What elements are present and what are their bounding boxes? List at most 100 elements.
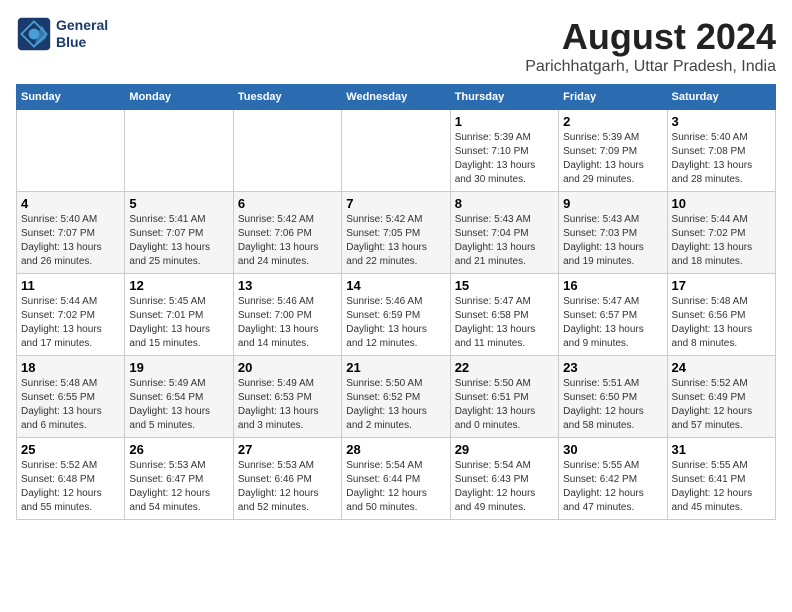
day-info: Sunrise: 5:39 AM Sunset: 7:09 PM Dayligh… bbox=[563, 131, 662, 187]
calendar-cell: 20 Sunrise: 5:49 AM Sunset: 6:53 PM Dayli… bbox=[233, 356, 341, 438]
calendar-cell: 29 Sunrise: 5:54 AM Sunset: 6:43 PM Dayli… bbox=[450, 438, 558, 520]
day-number: 10 bbox=[672, 196, 771, 211]
calendar-cell bbox=[342, 110, 450, 192]
day-info: Sunrise: 5:46 AM Sunset: 7:00 PM Dayligh… bbox=[238, 295, 337, 351]
day-info: Sunrise: 5:44 AM Sunset: 7:02 PM Dayligh… bbox=[21, 295, 120, 351]
day-number: 17 bbox=[672, 278, 771, 293]
calendar-cell: 1 Sunrise: 5:39 AM Sunset: 7:10 PM Daylig… bbox=[450, 110, 558, 192]
logo-text: General Blue bbox=[56, 17, 108, 51]
day-number: 26 bbox=[129, 442, 228, 457]
day-number: 12 bbox=[129, 278, 228, 293]
weekday-header: Wednesday bbox=[342, 85, 450, 110]
day-info: Sunrise: 5:55 AM Sunset: 6:42 PM Dayligh… bbox=[563, 459, 662, 515]
day-info: Sunrise: 5:48 AM Sunset: 6:56 PM Dayligh… bbox=[672, 295, 771, 351]
day-number: 31 bbox=[672, 442, 771, 457]
weekday-header: Tuesday bbox=[233, 85, 341, 110]
day-number: 16 bbox=[563, 278, 662, 293]
day-number: 5 bbox=[129, 196, 228, 211]
calendar-cell: 6Sunrise: 5:42 AM Sunset: 7:06 PM Daylig… bbox=[233, 192, 341, 274]
calendar-cell: 26 Sunrise: 5:53 AM Sunset: 6:47 PM Dayli… bbox=[125, 438, 233, 520]
calendar-week-row: 18 Sunrise: 5:48 AM Sunset: 6:55 PM Dayli… bbox=[17, 356, 776, 438]
day-number: 30 bbox=[563, 442, 662, 457]
calendar-cell: 30 Sunrise: 5:55 AM Sunset: 6:42 PM Dayli… bbox=[559, 438, 667, 520]
day-info: Sunrise: 5:54 AM Sunset: 6:44 PM Dayligh… bbox=[346, 459, 445, 515]
day-info: Sunrise: 5:44 AM Sunset: 7:02 PM Dayligh… bbox=[672, 213, 771, 269]
calendar-cell bbox=[125, 110, 233, 192]
weekday-header: Friday bbox=[559, 85, 667, 110]
day-info: Sunrise: 5:43 AM Sunset: 7:04 PM Dayligh… bbox=[455, 213, 554, 269]
calendar-cell: 19 Sunrise: 5:49 AM Sunset: 6:54 PM Dayli… bbox=[125, 356, 233, 438]
day-info: Sunrise: 5:47 AM Sunset: 6:58 PM Dayligh… bbox=[455, 295, 554, 351]
calendar-cell: 4Sunrise: 5:40 AM Sunset: 7:07 PM Daylig… bbox=[17, 192, 125, 274]
weekday-header-row: SundayMondayTuesdayWednesdayThursdayFrid… bbox=[17, 85, 776, 110]
day-info: Sunrise: 5:48 AM Sunset: 6:55 PM Dayligh… bbox=[21, 377, 120, 433]
day-info: Sunrise: 5:40 AM Sunset: 7:08 PM Dayligh… bbox=[672, 131, 771, 187]
day-info: Sunrise: 5:53 AM Sunset: 6:46 PM Dayligh… bbox=[238, 459, 337, 515]
day-info: Sunrise: 5:49 AM Sunset: 6:54 PM Dayligh… bbox=[129, 377, 228, 433]
day-info: Sunrise: 5:49 AM Sunset: 6:53 PM Dayligh… bbox=[238, 377, 337, 433]
day-info: Sunrise: 5:51 AM Sunset: 6:50 PM Dayligh… bbox=[563, 377, 662, 433]
calendar-cell: 7Sunrise: 5:42 AM Sunset: 7:05 PM Daylig… bbox=[342, 192, 450, 274]
day-info: Sunrise: 5:39 AM Sunset: 7:10 PM Dayligh… bbox=[455, 131, 554, 187]
day-info: Sunrise: 5:55 AM Sunset: 6:41 PM Dayligh… bbox=[672, 459, 771, 515]
calendar-cell: 11 Sunrise: 5:44 AM Sunset: 7:02 PM Dayli… bbox=[17, 274, 125, 356]
day-info: Sunrise: 5:50 AM Sunset: 6:51 PM Dayligh… bbox=[455, 377, 554, 433]
day-number: 27 bbox=[238, 442, 337, 457]
calendar-week-row: 11 Sunrise: 5:44 AM Sunset: 7:02 PM Dayli… bbox=[17, 274, 776, 356]
calendar-cell: 23 Sunrise: 5:51 AM Sunset: 6:50 PM Dayli… bbox=[559, 356, 667, 438]
calendar-cell: 31 Sunrise: 5:55 AM Sunset: 6:41 PM Dayli… bbox=[667, 438, 775, 520]
day-number: 19 bbox=[129, 360, 228, 375]
calendar-cell: 21 Sunrise: 5:50 AM Sunset: 6:52 PM Dayli… bbox=[342, 356, 450, 438]
day-info: Sunrise: 5:41 AM Sunset: 7:07 PM Dayligh… bbox=[129, 213, 228, 269]
day-info: Sunrise: 5:46 AM Sunset: 6:59 PM Dayligh… bbox=[346, 295, 445, 351]
weekday-header: Thursday bbox=[450, 85, 558, 110]
day-number: 6 bbox=[238, 196, 337, 211]
day-number: 2 bbox=[563, 114, 662, 129]
calendar-cell: 3 Sunrise: 5:40 AM Sunset: 7:08 PM Daylig… bbox=[667, 110, 775, 192]
day-number: 7 bbox=[346, 196, 445, 211]
day-info: Sunrise: 5:53 AM Sunset: 6:47 PM Dayligh… bbox=[129, 459, 228, 515]
day-number: 20 bbox=[238, 360, 337, 375]
subtitle: Parichhatgarh, Uttar Pradesh, India bbox=[525, 58, 776, 76]
calendar-table: SundayMondayTuesdayWednesdayThursdayFrid… bbox=[16, 84, 776, 520]
weekday-header: Saturday bbox=[667, 85, 775, 110]
calendar-cell: 15 Sunrise: 5:47 AM Sunset: 6:58 PM Dayli… bbox=[450, 274, 558, 356]
calendar-cell: 8Sunrise: 5:43 AM Sunset: 7:04 PM Daylig… bbox=[450, 192, 558, 274]
day-number: 23 bbox=[563, 360, 662, 375]
calendar-cell: 14 Sunrise: 5:46 AM Sunset: 6:59 PM Dayli… bbox=[342, 274, 450, 356]
calendar-cell: 2 Sunrise: 5:39 AM Sunset: 7:09 PM Daylig… bbox=[559, 110, 667, 192]
weekday-header: Sunday bbox=[17, 85, 125, 110]
calendar-cell: 17 Sunrise: 5:48 AM Sunset: 6:56 PM Dayli… bbox=[667, 274, 775, 356]
day-number: 29 bbox=[455, 442, 554, 457]
day-number: 1 bbox=[455, 114, 554, 129]
day-info: Sunrise: 5:52 AM Sunset: 6:49 PM Dayligh… bbox=[672, 377, 771, 433]
main-title: August 2024 bbox=[525, 16, 776, 58]
day-info: Sunrise: 5:40 AM Sunset: 7:07 PM Dayligh… bbox=[21, 213, 120, 269]
day-number: 13 bbox=[238, 278, 337, 293]
day-number: 28 bbox=[346, 442, 445, 457]
calendar-cell: 25 Sunrise: 5:52 AM Sunset: 6:48 PM Dayli… bbox=[17, 438, 125, 520]
calendar-cell: 5 Sunrise: 5:41 AM Sunset: 7:07 PM Daylig… bbox=[125, 192, 233, 274]
day-number: 18 bbox=[21, 360, 120, 375]
day-number: 22 bbox=[455, 360, 554, 375]
calendar-cell: 16 Sunrise: 5:47 AM Sunset: 6:57 PM Dayli… bbox=[559, 274, 667, 356]
day-number: 3 bbox=[672, 114, 771, 129]
day-info: Sunrise: 5:47 AM Sunset: 6:57 PM Dayligh… bbox=[563, 295, 662, 351]
day-info: Sunrise: 5:54 AM Sunset: 6:43 PM Dayligh… bbox=[455, 459, 554, 515]
calendar-cell: 24 Sunrise: 5:52 AM Sunset: 6:49 PM Dayli… bbox=[667, 356, 775, 438]
title-block: August 2024 Parichhatgarh, Uttar Pradesh… bbox=[525, 16, 776, 76]
day-number: 25 bbox=[21, 442, 120, 457]
weekday-header: Monday bbox=[125, 85, 233, 110]
calendar-cell bbox=[17, 110, 125, 192]
logo: General Blue bbox=[16, 16, 108, 52]
calendar-week-row: 1 Sunrise: 5:39 AM Sunset: 7:10 PM Daylig… bbox=[17, 110, 776, 192]
day-number: 15 bbox=[455, 278, 554, 293]
day-number: 11 bbox=[21, 278, 120, 293]
day-number: 21 bbox=[346, 360, 445, 375]
day-info: Sunrise: 5:52 AM Sunset: 6:48 PM Dayligh… bbox=[21, 459, 120, 515]
day-info: Sunrise: 5:50 AM Sunset: 6:52 PM Dayligh… bbox=[346, 377, 445, 433]
calendar-cell: 12Sunrise: 5:45 AM Sunset: 7:01 PM Dayli… bbox=[125, 274, 233, 356]
day-number: 14 bbox=[346, 278, 445, 293]
day-number: 24 bbox=[672, 360, 771, 375]
calendar-cell: 10 Sunrise: 5:44 AM Sunset: 7:02 PM Dayli… bbox=[667, 192, 775, 274]
